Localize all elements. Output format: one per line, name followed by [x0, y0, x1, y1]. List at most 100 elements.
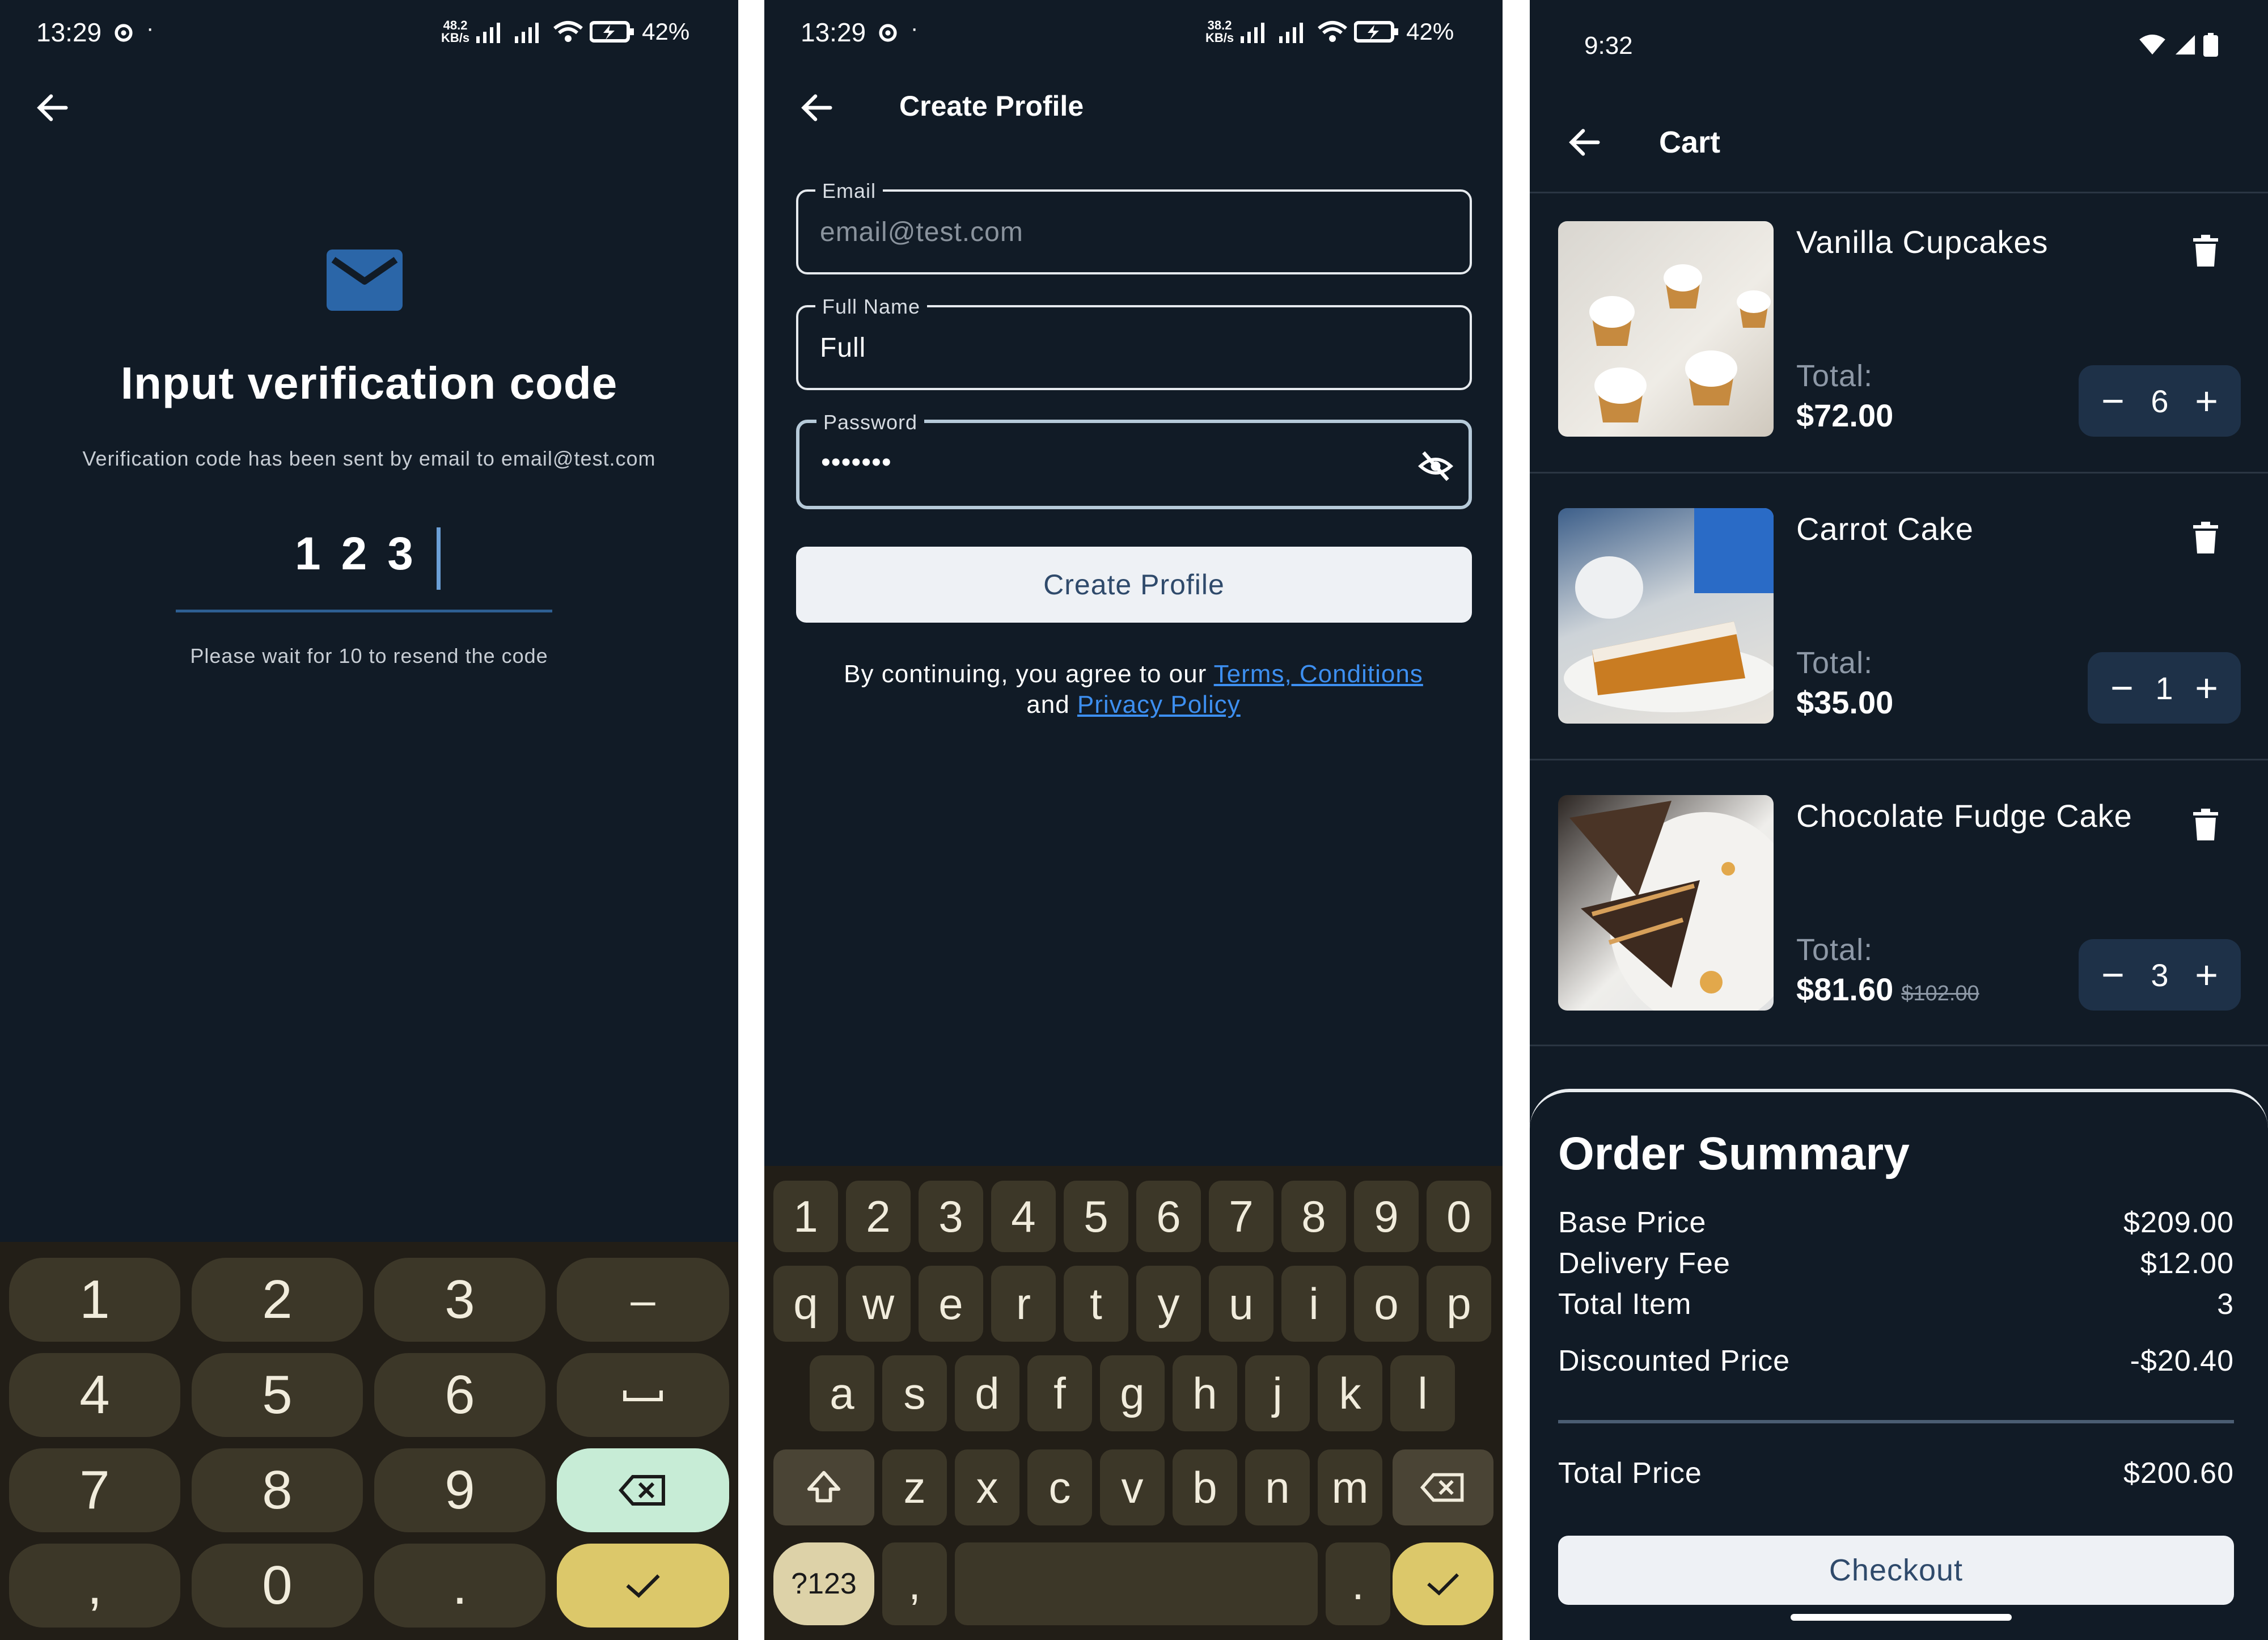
- key-0[interactable]: 0: [1427, 1181, 1491, 1252]
- key-f[interactable]: f: [1027, 1355, 1092, 1431]
- create-profile-button[interactable]: Create Profile: [796, 547, 1472, 623]
- key-8[interactable]: 8: [1281, 1181, 1346, 1252]
- key-s[interactable]: s: [882, 1355, 947, 1431]
- key-9[interactable]: 9: [1354, 1181, 1419, 1252]
- key-w[interactable]: w: [846, 1266, 911, 1342]
- product-image: [1558, 508, 1774, 724]
- otp-input[interactable]: 1 2 3: [295, 527, 413, 581]
- key-4[interactable]: 4: [9, 1353, 180, 1437]
- key-k[interactable]: k: [1318, 1355, 1382, 1431]
- key-t[interactable]: t: [1064, 1266, 1128, 1342]
- privacy-link[interactable]: Privacy Policy: [1077, 691, 1241, 718]
- backspace-key[interactable]: [1393, 1449, 1493, 1525]
- key-u[interactable]: u: [1209, 1266, 1273, 1342]
- key-2[interactable]: 2: [846, 1181, 911, 1252]
- summary-row-delivery-fee: Delivery Fee $12.00: [1558, 1247, 2234, 1280]
- increment-button[interactable]: +: [2195, 955, 2218, 995]
- key-6[interactable]: 6: [374, 1353, 545, 1437]
- key-q[interactable]: q: [773, 1266, 838, 1342]
- otp-digit: 1: [295, 528, 321, 580]
- item-divider: [1530, 759, 2268, 760]
- key-7[interactable]: 7: [1209, 1181, 1273, 1252]
- key-space[interactable]: [557, 1353, 729, 1437]
- password-field[interactable]: Password •••••••: [796, 411, 1472, 509]
- signal-icon: [1241, 23, 1265, 43]
- arrow-left-icon[interactable]: [33, 88, 73, 128]
- email-field[interactable]: Email email@test.com: [796, 179, 1472, 274]
- decrement-button[interactable]: −: [2101, 955, 2125, 995]
- decrement-button[interactable]: −: [2110, 668, 2134, 708]
- trash-icon[interactable]: [2193, 235, 2218, 267]
- key-3[interactable]: 3: [919, 1181, 983, 1252]
- settings-icon: [879, 24, 897, 42]
- key-period[interactable]: .: [1326, 1542, 1390, 1625]
- status-icons: [2138, 33, 2218, 57]
- arrow-left-icon[interactable]: [1565, 122, 1605, 162]
- done-key[interactable]: [557, 1544, 729, 1628]
- key-1[interactable]: 1: [9, 1258, 180, 1342]
- trash-icon[interactable]: [2193, 809, 2218, 840]
- email-label: Email: [815, 179, 883, 203]
- trash-icon[interactable]: [2193, 522, 2218, 553]
- key-d[interactable]: d: [955, 1355, 1019, 1431]
- key-minus[interactable]: –: [557, 1258, 729, 1342]
- key-5[interactable]: 5: [1064, 1181, 1128, 1252]
- key-h[interactable]: h: [1173, 1355, 1237, 1431]
- symbols-key[interactable]: ?123: [773, 1542, 874, 1625]
- key-a[interactable]: a: [810, 1355, 874, 1431]
- backspace-key[interactable]: [557, 1448, 729, 1532]
- order-summary-sheet: Order Summary Base Price $209.00 Delivery…: [1530, 1089, 2268, 1640]
- eye-off-icon[interactable]: [1417, 448, 1454, 484]
- key-m[interactable]: m: [1318, 1449, 1382, 1525]
- terms-link[interactable]: Terms, Conditions: [1214, 660, 1423, 688]
- signal-icon: [2175, 35, 2195, 55]
- space-bar[interactable]: [955, 1542, 1318, 1625]
- key-2[interactable]: 2: [192, 1258, 363, 1342]
- key-8[interactable]: 8: [192, 1448, 363, 1532]
- key-b[interactable]: b: [1173, 1449, 1237, 1525]
- shift-key[interactable]: [773, 1449, 874, 1525]
- increment-button[interactable]: +: [2195, 381, 2218, 421]
- key-y[interactable]: y: [1136, 1266, 1201, 1342]
- key-4[interactable]: 4: [991, 1181, 1056, 1252]
- key-e[interactable]: e: [919, 1266, 983, 1342]
- key-7[interactable]: 7: [9, 1448, 180, 1532]
- key-6[interactable]: 6: [1136, 1181, 1201, 1252]
- key-3[interactable]: 3: [374, 1258, 545, 1342]
- wifi-icon: [1318, 21, 1348, 42]
- key-1[interactable]: 1: [773, 1181, 838, 1252]
- full-name-value: Full: [820, 333, 866, 363]
- key-l[interactable]: l: [1390, 1355, 1455, 1431]
- key-5[interactable]: 5: [192, 1353, 363, 1437]
- key-z[interactable]: z: [882, 1449, 947, 1525]
- key-o[interactable]: o: [1354, 1266, 1419, 1342]
- key-9[interactable]: 9: [374, 1448, 545, 1532]
- item-name: Carrot Cake: [1796, 511, 1974, 547]
- key-v[interactable]: v: [1100, 1449, 1165, 1525]
- checkout-button[interactable]: Checkout: [1558, 1536, 2234, 1605]
- full-name-field[interactable]: Full Name Full: [796, 295, 1472, 390]
- key-c[interactable]: c: [1027, 1449, 1092, 1525]
- item-name: Chocolate Fudge Cake: [1796, 798, 2132, 834]
- otp-digit: 3: [387, 528, 413, 580]
- summary-row-total-item: Total Item 3: [1558, 1288, 2234, 1321]
- key-0[interactable]: 0: [192, 1544, 363, 1628]
- key-x[interactable]: x: [955, 1449, 1019, 1525]
- done-key[interactable]: [1393, 1542, 1493, 1625]
- key-period[interactable]: .: [374, 1544, 545, 1628]
- key-n[interactable]: n: [1245, 1449, 1310, 1525]
- key-r[interactable]: r: [991, 1266, 1056, 1342]
- notification-dot: ·: [911, 16, 919, 41]
- key-g[interactable]: g: [1100, 1355, 1165, 1431]
- arrow-left-icon[interactable]: [797, 88, 837, 128]
- decrement-button[interactable]: −: [2101, 381, 2125, 421]
- increment-button[interactable]: +: [2195, 668, 2218, 708]
- key-j[interactable]: j: [1245, 1355, 1310, 1431]
- key-p[interactable]: p: [1427, 1266, 1491, 1342]
- key-i[interactable]: i: [1281, 1266, 1346, 1342]
- item-divider: [1530, 472, 2268, 474]
- key-comma[interactable]: ,: [9, 1544, 180, 1628]
- key-comma[interactable]: ,: [882, 1542, 947, 1625]
- chocolate-cake-illustration: [1569, 801, 1774, 1011]
- quantity-stepper: − 6 +: [2079, 365, 2241, 437]
